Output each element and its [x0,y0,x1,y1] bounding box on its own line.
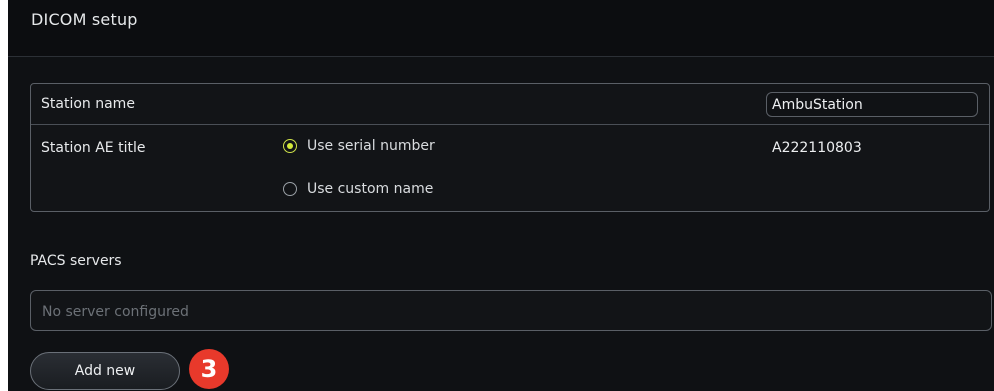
pacs-servers-title: PACS servers [30,253,122,269]
station-name-label: Station name [41,96,135,112]
station-ae-title-label: Station AE title [41,140,146,156]
radio-option-custom-name[interactable]: Use custom name [283,181,433,197]
dicom-setup-panel: DICOM setup Station name Station AE titl… [8,0,994,391]
station-name-input[interactable] [766,92,978,117]
station-settings-box: Station name Station AE title Use serial… [30,83,990,212]
row-divider [31,124,989,125]
radio-selected-icon[interactable] [283,139,297,153]
add-new-button[interactable]: Add new [30,352,180,390]
step-number-badge: 3 [189,349,229,389]
radio-unselected-icon[interactable] [283,182,297,196]
serial-number-value: A222110803 [772,140,862,156]
pacs-server-list: No server configured [30,290,992,331]
radio-label-serial-number: Use serial number [307,138,435,154]
page-title: DICOM setup [31,10,138,29]
radio-label-custom-name: Use custom name [307,181,434,197]
radio-option-serial-number[interactable]: Use serial number [283,138,435,154]
no-server-placeholder: No server configured [42,304,189,320]
header-bar: DICOM setup [8,0,994,57]
